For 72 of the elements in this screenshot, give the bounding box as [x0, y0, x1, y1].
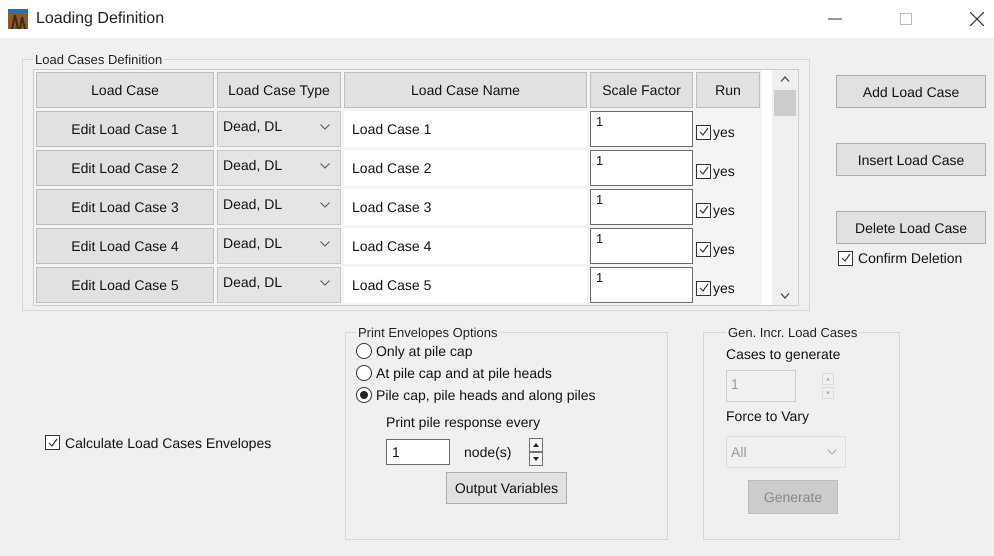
run-label: yes: [713, 124, 735, 140]
scale-factor-field[interactable]: 1: [590, 150, 693, 186]
radio-label: At pile cap and at pile heads: [376, 365, 552, 381]
column-header: Load Case: [36, 72, 214, 108]
chevron-down-icon: [827, 449, 837, 455]
edit-load-case-button[interactable]: Edit Load Case 3: [36, 189, 214, 225]
load-case-action-button[interactable]: Insert Load Case: [836, 143, 986, 176]
run-checkbox[interactable]: [696, 202, 711, 218]
chevron-down-icon: [320, 124, 330, 130]
load-case-name-cell[interactable]: Load Case 1: [344, 111, 587, 147]
run-label: yes: [713, 163, 735, 179]
node-interval-field[interactable]: 1: [386, 439, 450, 465]
run-checkbox[interactable]: [696, 124, 711, 140]
group-title: Gen. Incr. Load Cases: [727, 325, 858, 340]
column-header: Load Case Name: [344, 72, 587, 108]
load-case-type-dropdown[interactable]: Dead, DL: [217, 189, 341, 225]
load-case-name-cell[interactable]: Load Case 4: [344, 228, 587, 264]
edit-load-case-button[interactable]: Edit Load Case 2: [36, 150, 214, 186]
group-title: Load Cases Definition: [34, 52, 164, 67]
load-case-type-dropdown[interactable]: Dead, DL: [217, 111, 341, 147]
radio-label: Only at pile cap: [376, 343, 472, 359]
radio-button[interactable]: [356, 365, 372, 381]
load-case-type-dropdown[interactable]: Dead, DL: [217, 150, 341, 186]
chevron-down-icon: [320, 241, 330, 247]
run-label: yes: [713, 280, 735, 296]
chevron-down-icon: [320, 202, 330, 208]
scrollbar-thumb[interactable]: [774, 90, 796, 116]
scale-factor-field[interactable]: 1: [590, 267, 693, 303]
app-icon: [8, 9, 28, 29]
chevron-down-icon: [320, 163, 330, 169]
output-variables-button[interactable]: Output Variables: [446, 472, 568, 504]
chevron-down-icon: [320, 280, 330, 286]
window-title: Loading Definition: [36, 10, 164, 28]
column-header: Run: [696, 72, 760, 108]
scale-factor-field[interactable]: 1: [590, 111, 693, 147]
spin-up-icon[interactable]: [529, 438, 544, 452]
radio-label: Pile cap, pile heads and along piles: [376, 387, 596, 403]
close-icon[interactable]: [970, 12, 984, 26]
column-header: Load Case Type: [217, 72, 341, 108]
column-header: Scale Factor: [590, 72, 693, 108]
load-case-name-cell[interactable]: Load Case 2: [344, 150, 587, 186]
chevron-up-icon[interactable]: [780, 76, 790, 82]
run-label: yes: [713, 241, 735, 257]
load-case-action-button[interactable]: Add Load Case: [836, 75, 986, 108]
run-checkbox[interactable]: [696, 280, 711, 296]
checkbox-label: Confirm Deletion: [858, 250, 962, 266]
edit-load-case-button[interactable]: Edit Load Case 1: [36, 111, 214, 147]
run-label: yes: [713, 202, 735, 218]
spin-down-icon[interactable]: [529, 452, 544, 466]
edit-load-case-button[interactable]: Edit Load Case 4: [36, 228, 214, 264]
edit-load-case-button[interactable]: Edit Load Case 5: [36, 267, 214, 303]
load-case-name-cell[interactable]: Load Case 3: [344, 189, 587, 225]
run-checkbox[interactable]: [696, 242, 711, 256]
chevron-down-icon[interactable]: [780, 293, 790, 299]
unit-label: node(s): [464, 444, 512, 460]
load-case-action-button[interactable]: Delete Load Case: [836, 211, 986, 244]
load-case-type-dropdown[interactable]: Dead, DL: [217, 267, 341, 303]
radio-button[interactable]: [356, 387, 372, 403]
scale-factor-field[interactable]: 1: [590, 228, 693, 264]
scale-factor-field[interactable]: 1: [590, 189, 693, 225]
field-label: Force to Vary: [726, 408, 810, 424]
run-checkbox[interactable]: [696, 164, 711, 178]
field-label: Print pile response every: [386, 414, 542, 430]
radio-button[interactable]: [356, 343, 372, 359]
group-title: Print Envelopes Options: [357, 325, 498, 340]
checkbox-label: Calculate Load Cases Envelopes: [65, 434, 272, 450]
calculate-envelopes-checkbox[interactable]: [45, 435, 60, 450]
load-case-type-dropdown[interactable]: Dead, DL: [217, 228, 341, 264]
load-case-name-cell[interactable]: Load Case 5: [344, 267, 587, 303]
confirm-deletion-checkbox[interactable]: [838, 250, 853, 266]
scrollbar[interactable]: [772, 70, 798, 305]
field-label: Cases to generate: [726, 346, 842, 362]
